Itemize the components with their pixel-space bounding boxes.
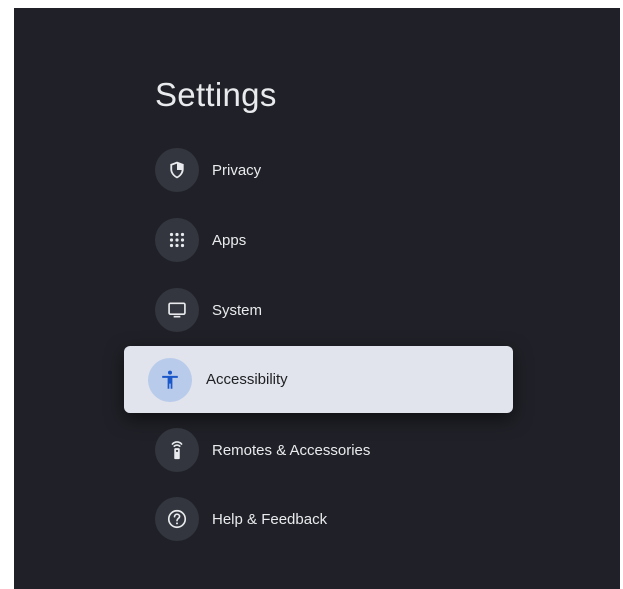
page-title: Settings: [155, 76, 277, 113]
menu-item-label: Apps: [212, 231, 247, 249]
settings-screen: Settings Privacy Apps System Accessibili…: [14, 8, 620, 589]
menu-item-label: Accessibility: [206, 371, 288, 388]
menu-item-system[interactable]: System: [155, 287, 515, 333]
menu-item-label: System: [212, 301, 263, 319]
menu-item-apps[interactable]: Apps: [155, 217, 515, 263]
menu-item-label: Remotes & Accessories: [212, 441, 371, 459]
menu-item-remotes-accessories[interactable]: Remotes & Accessories: [155, 427, 515, 473]
menu-item-help-feedback[interactable]: Help & Feedback: [155, 496, 515, 542]
help-icon: [155, 497, 199, 541]
menu-item-privacy[interactable]: Privacy: [155, 147, 515, 193]
accessibility-icon: [148, 357, 192, 402]
menu-item-accessibility[interactable]: Accessibility: [124, 346, 513, 413]
apps-grid-icon: [155, 218, 199, 262]
remote-icon: [155, 428, 199, 472]
monitor-icon: [155, 288, 199, 332]
shield-icon: [155, 148, 199, 192]
menu-item-label: Help & Feedback: [212, 510, 328, 528]
menu-item-label: Privacy: [212, 161, 262, 179]
